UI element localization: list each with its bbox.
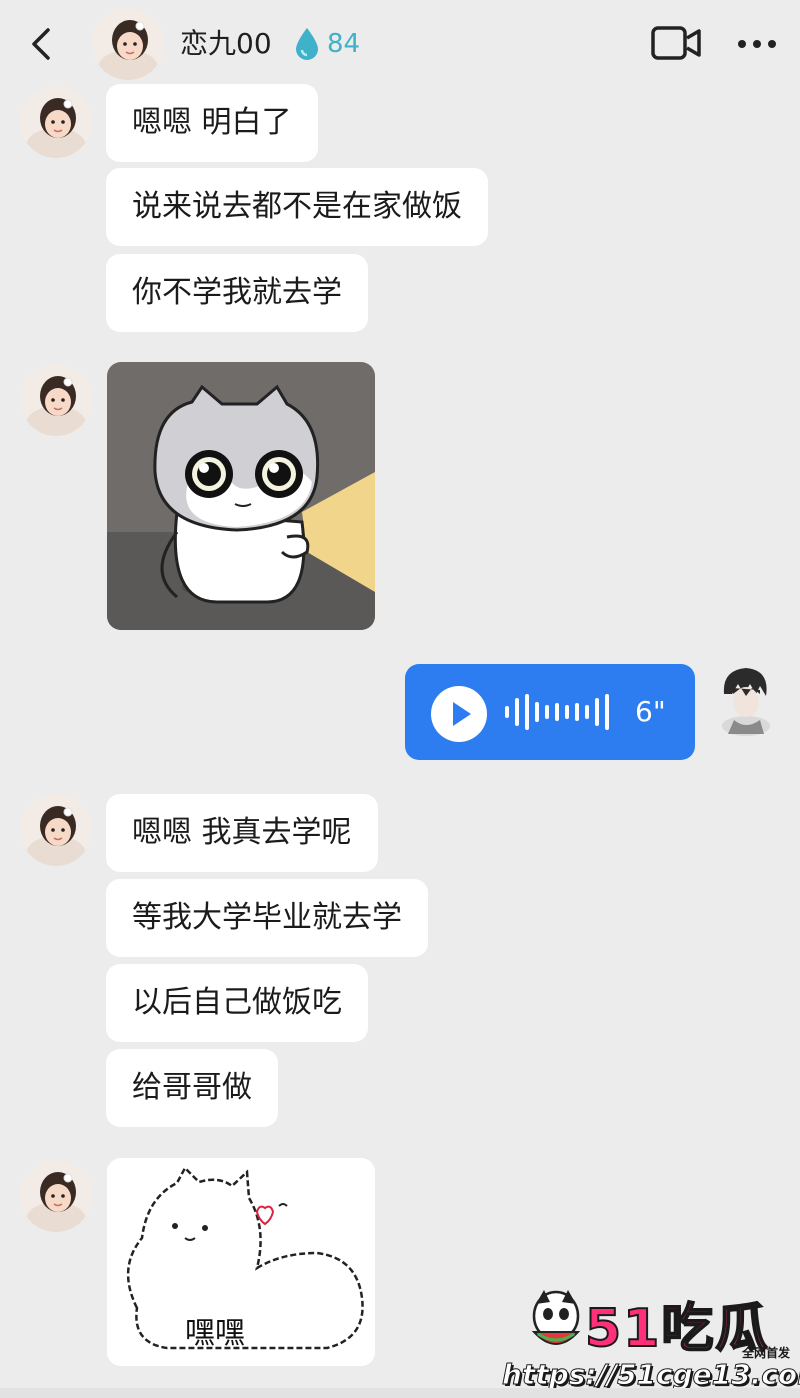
staring-cat-sticker[interactable] [107, 362, 375, 630]
message-bubble[interactable]: 以后自己做饭吃 [106, 964, 368, 1042]
watermark-mascot [524, 1286, 588, 1362]
contact-avatar[interactable] [20, 1160, 92, 1232]
my-avatar[interactable] [716, 664, 774, 736]
waveform-icon [505, 692, 613, 732]
contact-avatar[interactable] [20, 86, 92, 158]
next-message-edge [0, 1388, 800, 1398]
spark-count: 84 [327, 29, 361, 59]
message-bubble[interactable]: 给哥哥做 [106, 1049, 278, 1127]
more-dots-icon[interactable] [734, 26, 780, 62]
sticker-caption: 嘿嘿 [185, 1316, 245, 1351]
voice-duration: 6" [635, 695, 666, 728]
message-bubble[interactable]: 等我大学毕业就去学 [106, 879, 428, 957]
contact-avatar[interactable] [20, 794, 92, 866]
chevron-left-icon[interactable] [22, 22, 62, 66]
message-bubble[interactable]: 你不学我就去学 [106, 254, 368, 332]
video-call-icon[interactable] [650, 22, 702, 64]
message-bubble[interactable]: 说来说去都不是在家做饭 [106, 168, 488, 246]
message-bubble[interactable]: 嗯嗯 我真去学呢 [106, 794, 378, 872]
contact-name: 恋九00 [180, 27, 272, 60]
play-icon[interactable] [431, 686, 487, 742]
chat-header: 恋九00 84 [0, 0, 800, 88]
voice-message[interactable]: 6" [405, 664, 695, 760]
contact-avatar[interactable] [92, 8, 164, 80]
water-drop-icon [292, 26, 322, 62]
message-bubble[interactable]: 嗯嗯 明白了 [106, 84, 318, 162]
contact-avatar[interactable] [20, 364, 92, 436]
fluffy-cat-sticker[interactable]: 嘿嘿 [107, 1158, 375, 1366]
